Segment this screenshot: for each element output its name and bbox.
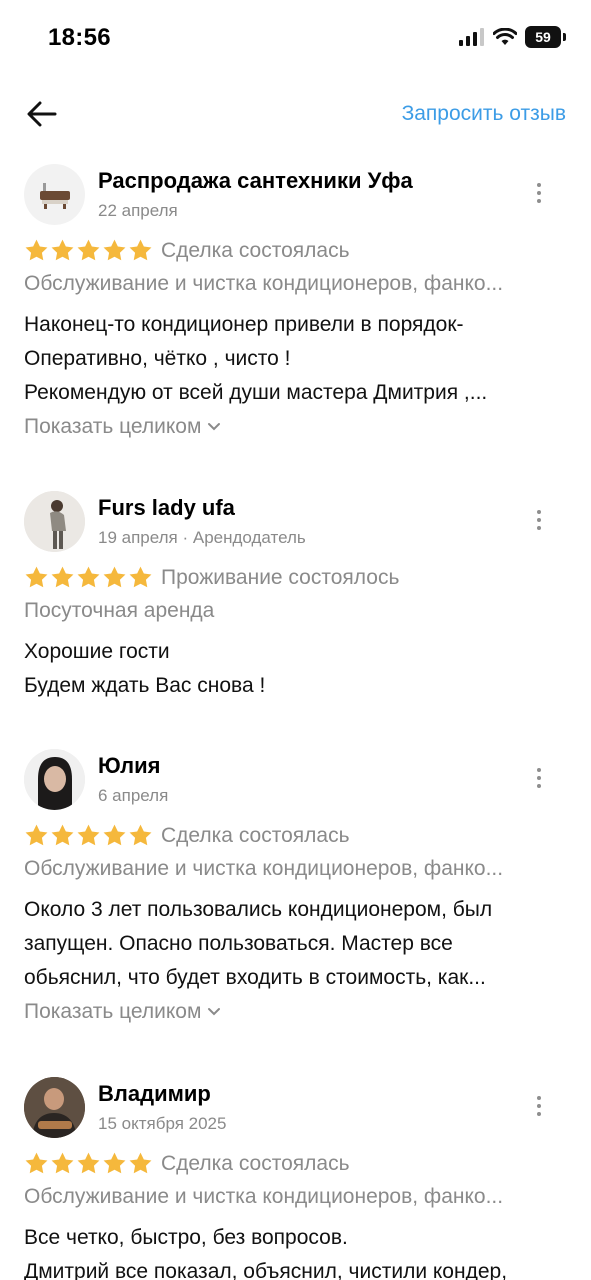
star-icon — [77, 1152, 100, 1174]
review-card: Распродажа сантехники Уфа 22 апреля Сдел… — [0, 164, 591, 454]
star-icon — [51, 239, 74, 261]
star-icon — [25, 1152, 48, 1174]
review-author[interactable]: Furs lady ufa — [98, 495, 235, 521]
request-review-link[interactable]: Запросить отзыв — [402, 102, 566, 126]
star-rating — [24, 565, 153, 590]
star-rating — [24, 1151, 153, 1176]
star-icon — [129, 566, 152, 588]
review-meta: 15 октября 2025 — [98, 1114, 227, 1133]
show-more-label: Показать целиком — [24, 415, 202, 438]
review-service: Посуточная аренда — [24, 599, 215, 622]
review-text-line: Рекомендую от всей души мастера Дмитрия … — [24, 381, 488, 404]
signal-icon — [459, 28, 484, 46]
status-bar: 18:56 59 — [0, 0, 591, 76]
battery-icon: 59 — [525, 26, 566, 48]
status-icons: 59 — [459, 26, 566, 48]
review-service: Обслуживание и чистка кондиционеров, фан… — [24, 1185, 504, 1208]
star-rating — [24, 238, 153, 263]
star-rating — [24, 823, 153, 848]
battery-level: 59 — [535, 29, 551, 45]
star-icon — [25, 824, 48, 846]
person-photo-icon — [24, 749, 85, 810]
show-more-button[interactable]: Показать целиком — [24, 415, 221, 439]
review-text-line: Будем ждать Вас снова ! — [24, 674, 266, 697]
wifi-icon — [493, 28, 517, 45]
review-author[interactable]: Владимир — [98, 1081, 211, 1107]
rating-row: Сделка состоялась — [24, 823, 350, 848]
deal-status: Сделка состоялась — [161, 823, 350, 847]
review-text: Около 3 лет пользовались кондиционером, … — [24, 893, 559, 995]
star-icon — [129, 824, 152, 846]
review-text-line: Хорошие гости — [24, 640, 170, 663]
star-icon — [103, 566, 126, 588]
more-options-button[interactable] — [528, 763, 550, 793]
back-button[interactable] — [24, 96, 60, 132]
star-icon — [25, 239, 48, 261]
show-more-button[interactable]: Показать целиком — [24, 1000, 221, 1024]
chevron-down-icon — [208, 423, 221, 431]
review-text: Все четко, быстро, без вопросов. Дмитрий… — [24, 1221, 559, 1280]
review-text-line: Около 3 лет пользовались кондиционером, … — [24, 898, 493, 921]
star-icon — [77, 824, 100, 846]
review-card: Юлия 6 апреля Сделка состоялась Обслужив… — [0, 749, 591, 1039]
rating-row: Сделка состоялась — [24, 238, 350, 263]
review-text-line: Дмитрий все показал, объяснил, чистили к… — [24, 1260, 508, 1280]
deal-status: Проживание состоялось — [161, 565, 400, 589]
star-icon — [51, 1152, 74, 1174]
more-options-button[interactable] — [528, 505, 550, 535]
review-meta: 19 апреля · Арендодатель — [98, 528, 306, 547]
review-text-line: Все четко, быстро, без вопросов. — [24, 1226, 348, 1249]
review-card: Furs lady ufa 19 апреля · Арендодатель П… — [0, 491, 591, 711]
review-author[interactable]: Юлия — [98, 753, 160, 779]
bathtub-icon — [40, 183, 70, 209]
show-more-label: Показать целиком — [24, 1000, 202, 1023]
review-meta: 6 апреля — [98, 786, 169, 805]
review-text-line: запущен. Опасно пользоваться. Мастер все — [24, 932, 453, 955]
star-icon — [51, 566, 74, 588]
review-text: Наконец-то кондиционер привели в порядок… — [24, 308, 559, 410]
review-text-line: Наконец-то кондиционер привели в порядок… — [24, 313, 464, 336]
star-icon — [77, 239, 100, 261]
star-icon — [129, 239, 152, 261]
star-icon — [103, 1152, 126, 1174]
star-icon — [25, 566, 48, 588]
star-icon — [103, 824, 126, 846]
top-bar: Запросить отзыв — [0, 76, 591, 152]
review-text-line: Оперативно, чётко , чисто ! — [24, 347, 291, 370]
person-photo-icon — [24, 1077, 85, 1138]
rating-row: Проживание состоялось — [24, 565, 399, 590]
review-card: Владимир 15 октября 2025 Сделка состояла… — [0, 1077, 591, 1280]
review-service: Обслуживание и чистка кондиционеров, фан… — [24, 857, 504, 880]
chevron-down-icon — [208, 1008, 221, 1016]
star-icon — [129, 1152, 152, 1174]
person-photo-icon — [24, 491, 85, 552]
avatar[interactable] — [24, 1077, 85, 1138]
more-options-button[interactable] — [528, 1091, 550, 1121]
deal-status: Сделка состоялась — [161, 238, 350, 262]
arrow-left-icon — [27, 101, 57, 127]
review-meta: 22 апреля — [98, 201, 178, 220]
review-service: Обслуживание и чистка кондиционеров, фан… — [24, 272, 504, 295]
star-icon — [77, 566, 100, 588]
star-icon — [103, 239, 126, 261]
status-time: 18:56 — [48, 24, 111, 51]
deal-status: Сделка состоялась — [161, 1151, 350, 1175]
avatar[interactable] — [24, 749, 85, 810]
star-icon — [51, 824, 74, 846]
review-text-line: обьяснил, что будет входить в стоимость,… — [24, 966, 486, 989]
more-options-button[interactable] — [528, 178, 550, 208]
rating-row: Сделка состоялась — [24, 1151, 350, 1176]
avatar[interactable] — [24, 491, 85, 552]
review-author[interactable]: Распродажа сантехники Уфа — [98, 168, 413, 194]
avatar[interactable] — [24, 164, 85, 225]
review-text: Хорошие гости Будем ждать Вас снова ! — [24, 635, 559, 703]
